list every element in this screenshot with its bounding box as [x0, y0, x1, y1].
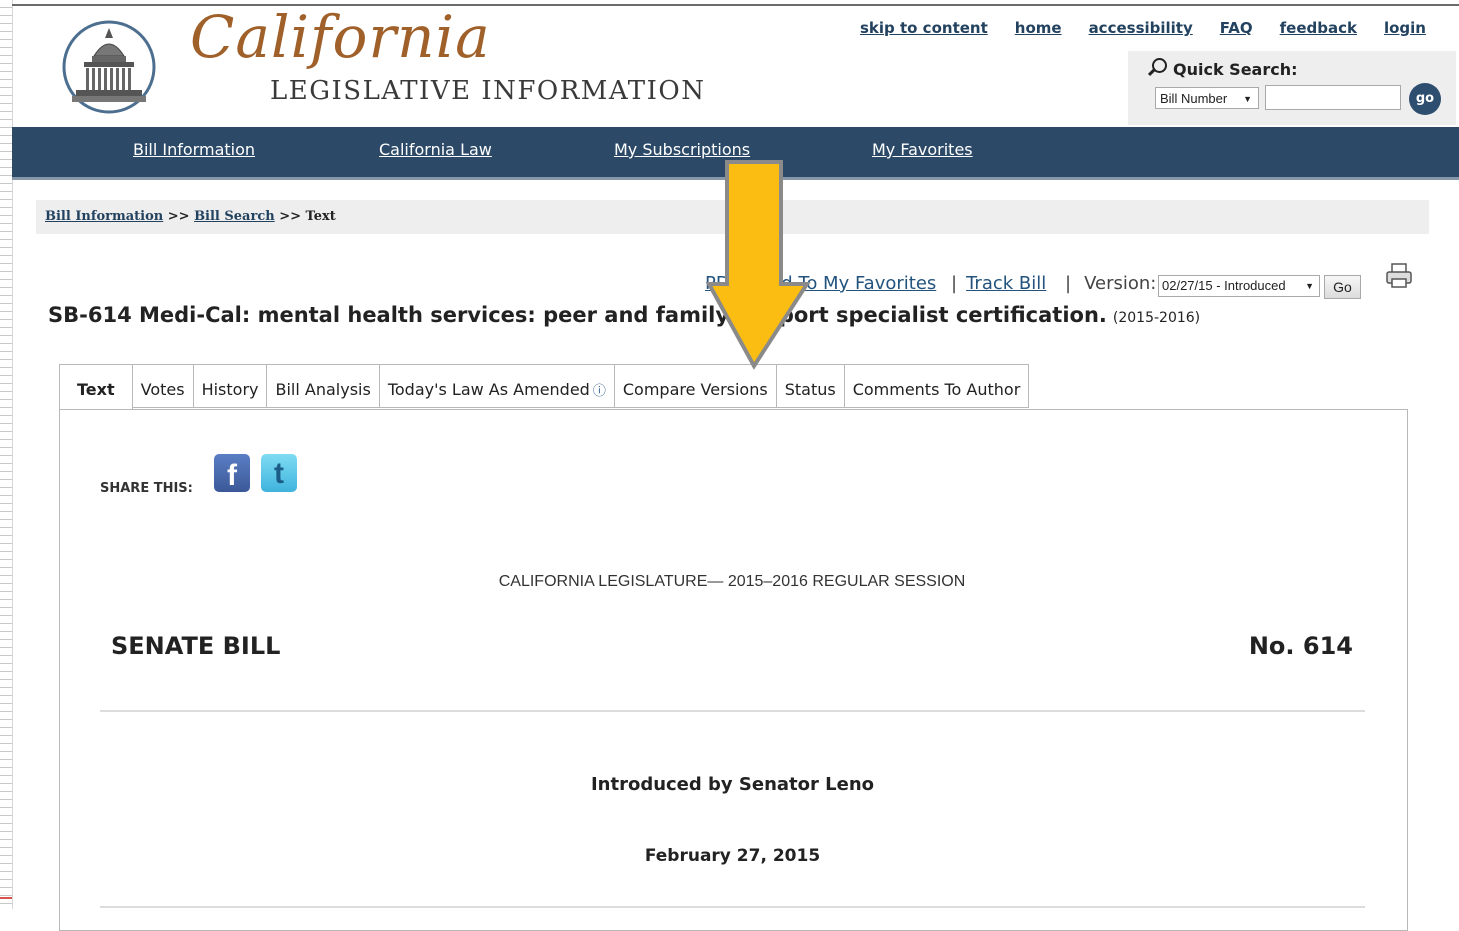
bill-session: (2015-2016)	[1112, 310, 1201, 326]
introduced-date: February 27, 2015	[644, 846, 821, 866]
search-type-select[interactable]: Bill Number ▼	[1155, 87, 1259, 109]
chevron-down-icon: ▼	[1243, 94, 1252, 104]
divider	[100, 710, 1365, 712]
bill-number-input[interactable]	[1265, 85, 1401, 110]
breadcrumb-separator: >>	[163, 209, 195, 224]
bill-title: SB-614 Medi-Cal: mental health services:…	[48, 303, 1200, 327]
bill-type: SENATE BILL	[111, 632, 281, 660]
track-bill-link[interactable]: Track Bill	[966, 273, 1046, 294]
bill-title-text: SB-614 Medi-Cal: mental health services:…	[48, 303, 1107, 327]
breadcrumb-separator: >>	[274, 209, 306, 224]
breadcrumb-bill-information[interactable]: Bill Information	[45, 209, 163, 224]
share-label: SHARE THIS:	[100, 481, 193, 496]
printer-icon[interactable]	[1385, 262, 1413, 290]
introduced-by: Introduced by Senator Leno	[590, 774, 875, 795]
separator: |	[1065, 273, 1072, 294]
nav-california-law[interactable]: California Law	[379, 140, 492, 159]
nav-my-favorites[interactable]: My Favorites	[872, 140, 973, 159]
utility-links: skip to content home accessibility FAQ f…	[860, 19, 1426, 37]
quick-search-panel: Quick Search: Bill Number ▼ go	[1128, 51, 1456, 125]
twitter-icon[interactable]: t	[261, 454, 297, 492]
search-icon	[1152, 58, 1167, 73]
home-link[interactable]: home	[1015, 19, 1062, 37]
version-value: 02/27/15 - Introduced	[1162, 278, 1286, 293]
separator: |	[951, 273, 958, 294]
arrow-annotation	[705, 160, 811, 370]
divider	[100, 906, 1365, 908]
accessibility-link[interactable]: accessibility	[1089, 19, 1193, 37]
version-go-button[interactable]: Go	[1324, 275, 1361, 299]
facebook-icon[interactable]: f	[214, 454, 250, 492]
quick-search-go-button[interactable]: go	[1409, 83, 1441, 115]
chevron-down-icon: ▼	[1305, 281, 1314, 291]
tab-votes[interactable]: Votes	[132, 364, 194, 408]
info-icon[interactable]: ⓘ	[593, 384, 606, 399]
nav-bill-information[interactable]: Bill Information	[133, 140, 255, 159]
tab-todays-law[interactable]: Today's Law As Amended ⓘ	[379, 364, 615, 408]
tab-text[interactable]: Text	[59, 364, 133, 410]
ruler-marker	[0, 897, 12, 899]
login-link[interactable]: login	[1384, 19, 1426, 37]
search-type-value: Bill Number	[1160, 91, 1228, 106]
tab-todays-law-label: Today's Law As Amended	[387, 380, 590, 399]
feedback-link[interactable]: feedback	[1280, 19, 1357, 37]
nav-my-subscriptions[interactable]: My Subscriptions	[614, 140, 750, 159]
faq-link[interactable]: FAQ	[1220, 19, 1253, 37]
bill-tabs: Text Votes History Bill Analysis Today's…	[59, 364, 1030, 410]
tab-history[interactable]: History	[193, 364, 268, 408]
logo-script[interactable]: California	[190, 8, 491, 66]
tab-bill-analysis[interactable]: Bill Analysis	[267, 364, 380, 408]
quick-search-title: Quick Search:	[1152, 58, 1298, 79]
logo-subtitle[interactable]: LEGISLATIVE INFORMATION	[270, 78, 705, 104]
breadcrumb-bill-search[interactable]: Bill Search	[194, 209, 275, 224]
bill-number: No. 614	[1248, 632, 1353, 660]
skip-to-content-link[interactable]: skip to content	[860, 19, 988, 37]
version-select[interactable]: 02/27/15 - Introduced ▼	[1158, 275, 1320, 297]
capitol-seal-icon[interactable]	[62, 16, 156, 118]
version-label: Version:	[1084, 273, 1157, 294]
quick-search-label: Quick Search:	[1173, 60, 1298, 79]
breadcrumb-current: Text	[305, 209, 336, 224]
session-line: CALIFORNIA LEGISLATURE— 2015–2016 REGULA…	[498, 573, 966, 590]
tab-comments-to-author[interactable]: Comments To Author	[844, 364, 1030, 408]
